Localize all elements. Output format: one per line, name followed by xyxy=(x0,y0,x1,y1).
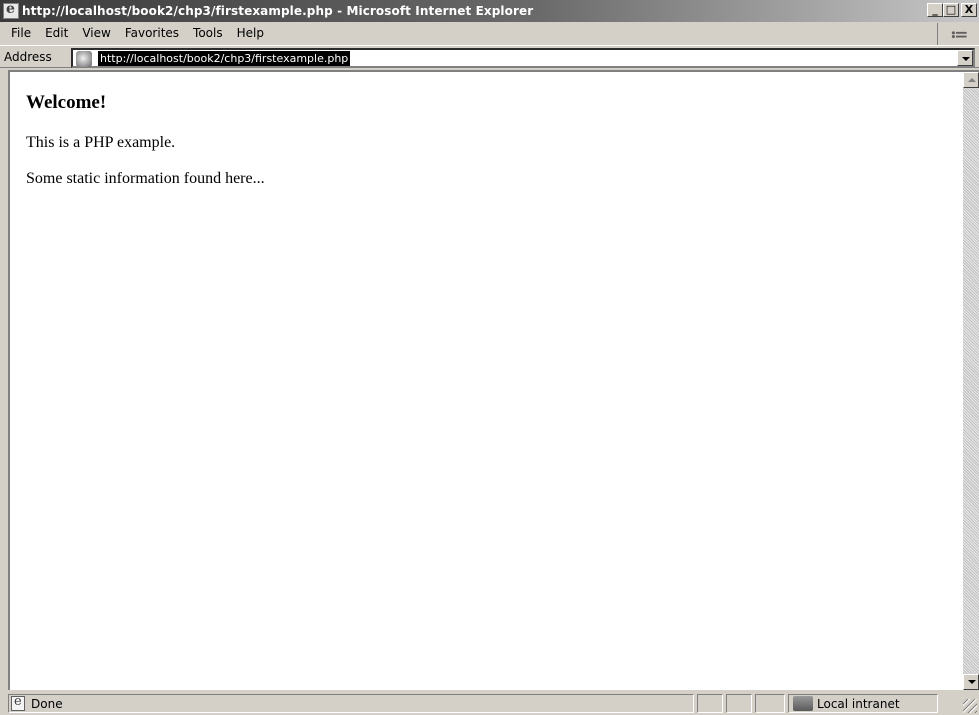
page-content: Welcome! This is a PHP example. Some sta… xyxy=(10,72,963,690)
scroll-up-icon[interactable] xyxy=(963,72,979,88)
menu-tools[interactable]: Tools xyxy=(186,26,230,40)
window-controls: _ □ X xyxy=(927,3,977,17)
title-bar: http://localhost/book2/chp3/firstexample… xyxy=(0,0,979,22)
window-title: http://localhost/book2/chp3/firstexample… xyxy=(22,4,534,18)
page-icon xyxy=(76,51,92,67)
status-bar: Done Local intranet xyxy=(0,692,979,715)
menu-file[interactable]: File xyxy=(4,26,38,40)
menu-favorites[interactable]: Favorites xyxy=(118,26,186,40)
vertical-scrollbar[interactable] xyxy=(963,72,979,690)
paragraph-info: Some static information found here... xyxy=(26,170,265,187)
menu-edit[interactable]: Edit xyxy=(38,26,75,40)
page-heading: Welcome! xyxy=(26,92,107,113)
address-bar: Address http://localhost/book2/chp3/firs… xyxy=(0,45,979,69)
address-url[interactable]: http://localhost/book2/chp3/firstexample… xyxy=(98,51,351,66)
minimize-button[interactable]: _ xyxy=(927,3,943,17)
scroll-down-icon[interactable] xyxy=(963,674,979,690)
paragraph-intro: This is a PHP example. xyxy=(26,134,176,151)
ie-page-icon xyxy=(3,1,19,19)
status-panel: Done xyxy=(8,694,694,713)
zone-label: Local intranet xyxy=(817,697,900,711)
address-dropdown-button[interactable] xyxy=(957,50,973,66)
windows-logo-icon: ≔ xyxy=(937,23,975,45)
status-cell xyxy=(726,694,752,713)
address-input[interactable]: http://localhost/book2/chp3/firstexample… xyxy=(71,48,975,68)
local-intranet-icon xyxy=(793,696,813,711)
status-cell xyxy=(697,694,723,713)
browser-viewport: Welcome! This is a PHP example. Some sta… xyxy=(8,70,979,690)
security-zone[interactable]: Local intranet xyxy=(788,694,938,713)
menu-view[interactable]: View xyxy=(75,26,117,40)
close-button[interactable]: X xyxy=(961,3,977,17)
menu-help[interactable]: Help xyxy=(230,26,271,40)
maximize-button[interactable]: □ xyxy=(943,3,959,17)
resize-grip[interactable] xyxy=(963,699,977,713)
status-text: Done xyxy=(31,697,63,711)
page-done-icon xyxy=(11,694,25,711)
address-label: Address xyxy=(4,50,52,64)
status-cell xyxy=(755,694,785,713)
